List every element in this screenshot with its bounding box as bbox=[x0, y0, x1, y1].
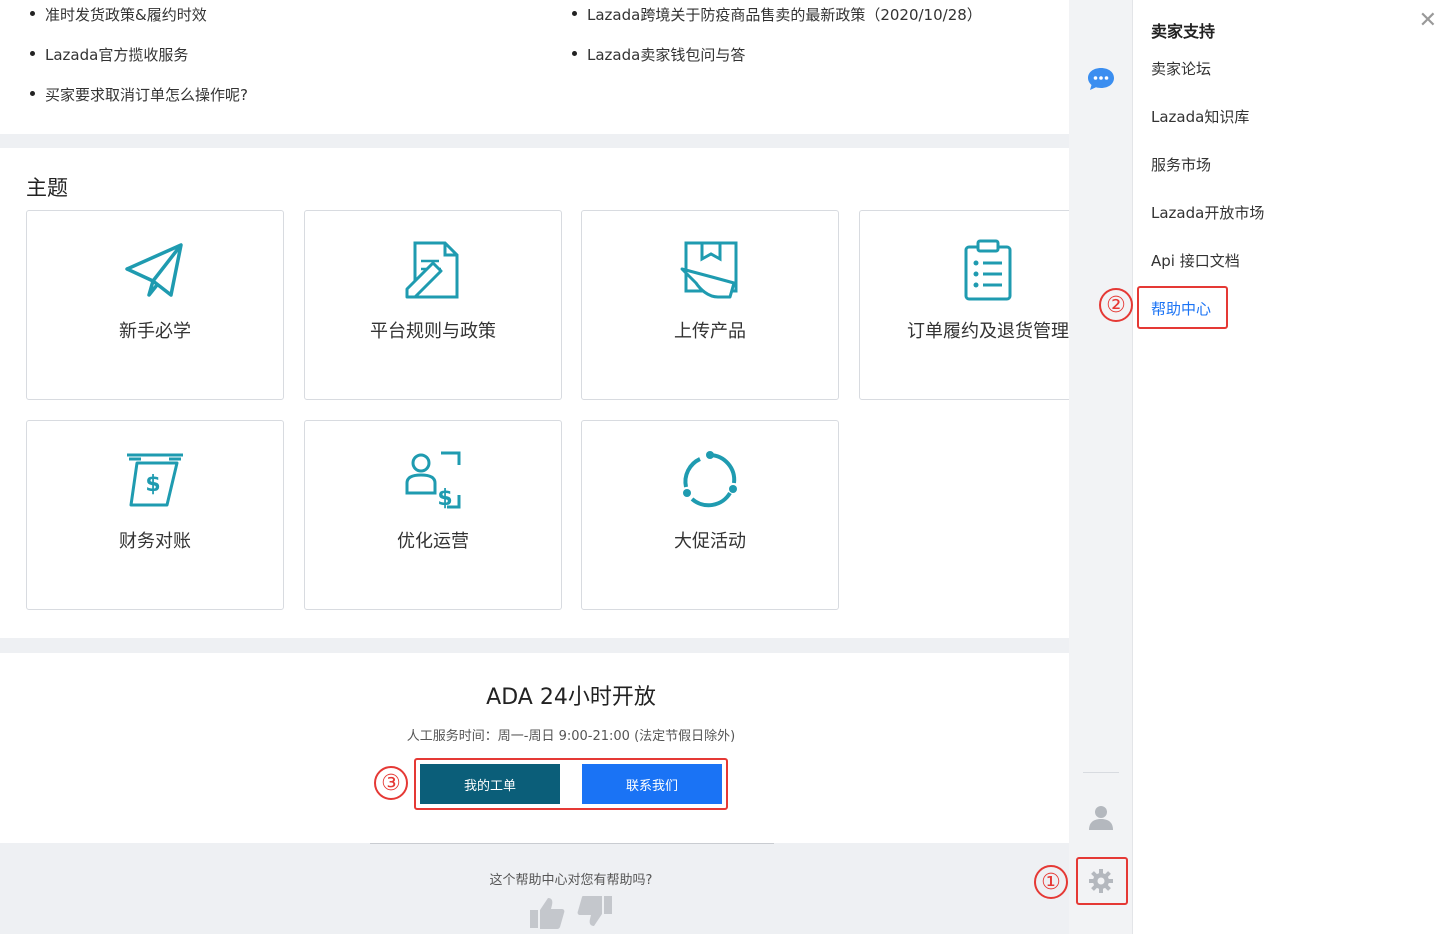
close-icon[interactable]: ✕ bbox=[1419, 8, 1437, 33]
drawer-title: 卖家支持 bbox=[1151, 22, 1216, 41]
annotation-marker-1: ① bbox=[1034, 865, 1068, 899]
faq-links-panel: 准时发货政策&履约时效 Lazada跨境关于防疫商品售卖的最新政策（2020/1… bbox=[0, 0, 1069, 134]
topic-card-orders[interactable]: 订单履约及退货管理 bbox=[859, 210, 1069, 400]
topic-card-label: 优化运营 bbox=[397, 531, 469, 552]
thumbs-up-icon[interactable] bbox=[528, 896, 566, 930]
topic-card-finance[interactable]: $ 财务对账 bbox=[26, 420, 284, 610]
rail-divider bbox=[1083, 772, 1119, 773]
topic-card-operations[interactable]: $ 优化运营 bbox=[304, 420, 562, 610]
user-icon[interactable] bbox=[1088, 804, 1114, 830]
cycle-icon bbox=[683, 451, 737, 508]
service-hours: 人工服务时间：周一-周日 9:00-21:00 (法定节假日除外) bbox=[406, 729, 736, 744]
footer-divider bbox=[370, 843, 774, 844]
chat-bubble-icon[interactable] bbox=[1087, 66, 1115, 92]
annotation-box-settings bbox=[1076, 857, 1128, 905]
money-bill-icon: $ bbox=[127, 453, 183, 507]
drawer-item-api-docs[interactable]: Api 接口文档 bbox=[1151, 250, 1240, 271]
drawer-item-knowledge-base[interactable]: Lazada知识库 bbox=[1151, 106, 1249, 127]
topic-card-promotions[interactable]: 大促活动 bbox=[581, 420, 839, 610]
faq-link[interactable]: 准时发货政策&履约时效 bbox=[30, 4, 207, 25]
document-pen-icon bbox=[405, 241, 459, 299]
faq-link[interactable]: 买家要求取消订单怎么操作呢? bbox=[30, 84, 248, 105]
helpful-question: 这个帮助中心对您有帮助吗? bbox=[489, 873, 653, 888]
thumbs-down-icon[interactable] bbox=[576, 896, 614, 930]
annotation-marker-3: ③ bbox=[374, 766, 408, 800]
topic-card-label: 新手必学 bbox=[119, 321, 191, 342]
topic-card-label: 平台规则与政策 bbox=[370, 321, 496, 342]
drawer-item-service-market[interactable]: 服务市场 bbox=[1151, 154, 1211, 175]
topics-panel: 主题 新手必学 平台规则与政策 上传产品 订单履约及退货管理 $ 财务对账 $ … bbox=[0, 148, 1069, 638]
drawer-item-open-market[interactable]: Lazada开放市场 bbox=[1151, 202, 1264, 223]
svg-text:$: $ bbox=[437, 486, 452, 511]
annotation-marker-2: ② bbox=[1099, 288, 1133, 322]
annotation-box-buttons bbox=[414, 758, 728, 810]
topic-card-label: 订单履约及退货管理 bbox=[907, 321, 1069, 342]
topic-card-policy[interactable]: 平台规则与政策 bbox=[304, 210, 562, 400]
topics-title: 主题 bbox=[26, 176, 68, 200]
user-dollar-icon: $ bbox=[405, 451, 461, 511]
side-rail bbox=[1069, 0, 1133, 934]
faq-link[interactable]: Lazada卖家钱包问与答 bbox=[572, 44, 745, 65]
topic-card-beginner[interactable]: 新手必学 bbox=[26, 210, 284, 400]
ada-panel: ADA 24小时开放 人工服务时间：周一-周日 9:00-21:00 (法定节假… bbox=[0, 653, 1069, 843]
topic-card-label: 财务对账 bbox=[119, 531, 191, 552]
annotation-box-help-center bbox=[1137, 286, 1228, 329]
seller-support-drawer: ✕ 卖家支持 卖家论坛 Lazada知识库 服务市场 Lazada开放市场 Ap… bbox=[1133, 0, 1449, 934]
topic-card-label: 上传产品 bbox=[674, 321, 746, 342]
clipboard-list-icon bbox=[964, 239, 1012, 301]
faq-link[interactable]: Lazada官方揽收服务 bbox=[30, 44, 188, 65]
faq-link[interactable]: Lazada跨境关于防疫商品售卖的最新政策（2020/10/28） bbox=[572, 4, 982, 25]
drawer-item-seller-forum[interactable]: 卖家论坛 bbox=[1151, 58, 1211, 79]
topic-card-label: 大促活动 bbox=[674, 531, 746, 552]
ada-title: ADA 24小时开放 bbox=[486, 685, 656, 710]
topic-card-upload[interactable]: 上传产品 bbox=[581, 210, 839, 400]
paper-plane-icon bbox=[125, 243, 183, 297]
svg-text:$: $ bbox=[145, 472, 160, 497]
box-hand-icon bbox=[680, 241, 738, 299]
